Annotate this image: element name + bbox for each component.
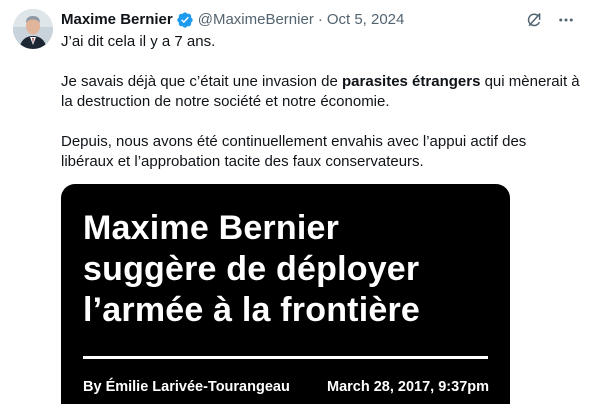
tweet-media-image[interactable]: Maxime Bernier suggère de déployer l’arm…	[61, 184, 510, 404]
tweet-date[interactable]: Oct 5, 2024	[327, 10, 405, 30]
media-headline: Maxime Bernier suggère de déployer l’arm…	[83, 208, 503, 331]
tweet-paragraph-2: Je savais déjà que c’était une invasion …	[61, 72, 581, 112]
tweet: Maxime Bernier @MaximeBernier · Oct 5, 2…	[0, 0, 591, 404]
tweet-paragraph-1: J’ai dit cela il y a 7 ans.	[61, 33, 216, 50]
media-headline-line-1: Maxime Bernier	[83, 209, 340, 247]
tweet-paragraph-3: Depuis, nous avons été continuellement e…	[61, 133, 527, 170]
media-byline: By Émilie Larivée-Tourangeau	[83, 379, 290, 395]
tweet-paragraph-2-bold: parasites étrangers	[342, 73, 481, 90]
media-byline-date: March 28, 2017, 9:37pm	[327, 379, 490, 395]
tweet-top-actions	[523, 9, 577, 31]
media-headline-line-3: l’armée à la frontière	[83, 291, 420, 329]
avatar-image	[13, 9, 53, 49]
more-icon[interactable]	[555, 9, 577, 31]
handle[interactable]: @MaximeBernier	[198, 10, 314, 30]
tweet-text: J’ai dit cela il y a 7 ans. Je savais dé…	[61, 32, 581, 172]
tweet-paragraph-2-start: Je savais déjà que c’était une invasion …	[61, 73, 343, 90]
separator-dot: ·	[317, 11, 323, 28]
grok-icon[interactable]	[523, 9, 545, 31]
media-divider	[83, 356, 488, 359]
tweet-header: Maxime Bernier @MaximeBernier · Oct 5, 2…	[61, 10, 404, 30]
avatar[interactable]	[13, 9, 53, 49]
verified-badge-icon	[176, 11, 194, 29]
display-name[interactable]: Maxime Bernier	[61, 10, 173, 30]
media-headline-line-2: suggère de déployer	[83, 250, 420, 288]
